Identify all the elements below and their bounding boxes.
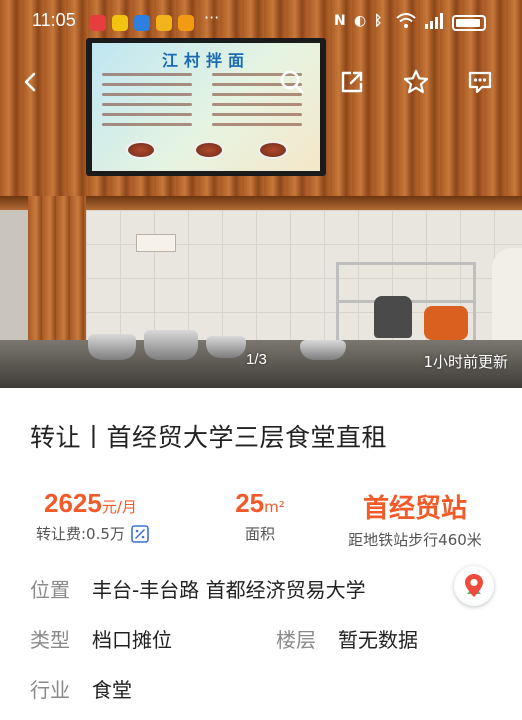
map-pin-icon <box>465 574 483 597</box>
location-label: 位置 <box>30 578 70 602</box>
transfer-fee-row[interactable]: 转让费:0.5万 <box>28 523 168 544</box>
signal-icon <box>424 13 444 33</box>
bluetooth-icon: ᛒ <box>374 13 383 29</box>
share-icon <box>341 71 363 93</box>
chevron-left-icon <box>24 72 36 92</box>
location-row: 位置 丰台-丰台路 首都经济贸易大学 <box>30 574 366 603</box>
industry-row: 行业 食堂 <box>30 674 132 703</box>
type-value: 档口摊位 <box>92 628 172 652</box>
location-value: 丰台-丰台路 首都经济贸易大学 <box>92 578 366 602</box>
favorite-button[interactable] <box>396 62 436 102</box>
wall-switch <box>136 234 176 252</box>
station-name: 首经贸站 <box>362 494 467 524</box>
dnd-icon: ◐ <box>354 13 367 29</box>
app-notification-icon <box>156 15 172 31</box>
industry-value: 食堂 <box>92 678 132 702</box>
message-icon <box>468 71 492 94</box>
star-icon <box>403 69 429 94</box>
rent-value: 2625 <box>44 488 102 518</box>
rent-price: 2625元/月 <box>28 488 168 519</box>
message-button[interactable] <box>460 62 500 102</box>
area-unit: m² <box>264 498 285 516</box>
steel-basin <box>300 340 346 360</box>
noodle-bowl-image <box>126 141 156 159</box>
photo-page-indicator: 1/3 <box>246 351 267 368</box>
noodle-bowl-image <box>194 141 224 159</box>
type-label: 类型 <box>30 628 70 652</box>
area-label: 面积 <box>244 525 275 543</box>
app-notification-icon <box>178 15 194 31</box>
area-value: 25 <box>235 488 265 518</box>
wifi-icon <box>396 13 416 33</box>
rice-cooker <box>374 296 412 338</box>
type-floor-row: 类型 档口摊位 楼层 暂无数据 <box>30 624 500 652</box>
app-notification-icon <box>134 15 150 31</box>
search-icon <box>280 70 304 94</box>
calculator-icon[interactable] <box>131 524 149 543</box>
noodle-bowl-image <box>258 141 288 159</box>
nfc-icon: N <box>334 13 346 29</box>
status-bar: 11:05 ··· N ◐ ᛒ <box>0 0 522 44</box>
battery-icon <box>452 15 486 31</box>
more-notifications-icon: ··· <box>204 8 220 27</box>
back-button[interactable] <box>10 62 50 102</box>
station-distance: 距地铁站步行460米 <box>348 531 482 549</box>
steel-basin <box>144 330 198 360</box>
station-stat[interactable]: 首经贸站 距地铁站步行460米 <box>330 488 500 550</box>
floor-value: 暂无数据 <box>338 628 418 652</box>
app-notification-icon <box>112 15 128 31</box>
rent-unit: 元/月 <box>101 498 137 516</box>
area-size: 25m² <box>210 488 310 519</box>
status-time: 11:05 <box>32 10 76 30</box>
steel-basin <box>206 336 246 358</box>
map-button[interactable] <box>454 566 494 606</box>
updated-time: 1小时前更新 <box>423 353 508 371</box>
floor-label: 楼层 <box>276 628 316 652</box>
listing-title: 转让丨首经贸大学三层食堂直租 <box>30 423 388 452</box>
listing-photo[interactable]: 江村拌面 1/3 1小时前更新 <box>0 0 522 388</box>
steel-basin <box>88 334 136 360</box>
share-button[interactable] <box>332 62 372 102</box>
rent-stat: 2625元/月 转让费:0.5万 <box>28 488 168 544</box>
orange-pot <box>424 306 468 340</box>
search-button[interactable] <box>272 62 312 102</box>
transfer-fee: 转让费:0.5万 <box>36 525 125 543</box>
app-notification-icon <box>90 15 106 31</box>
area-stat: 25m² 面积 <box>210 488 310 544</box>
industry-label: 行业 <box>30 678 70 702</box>
